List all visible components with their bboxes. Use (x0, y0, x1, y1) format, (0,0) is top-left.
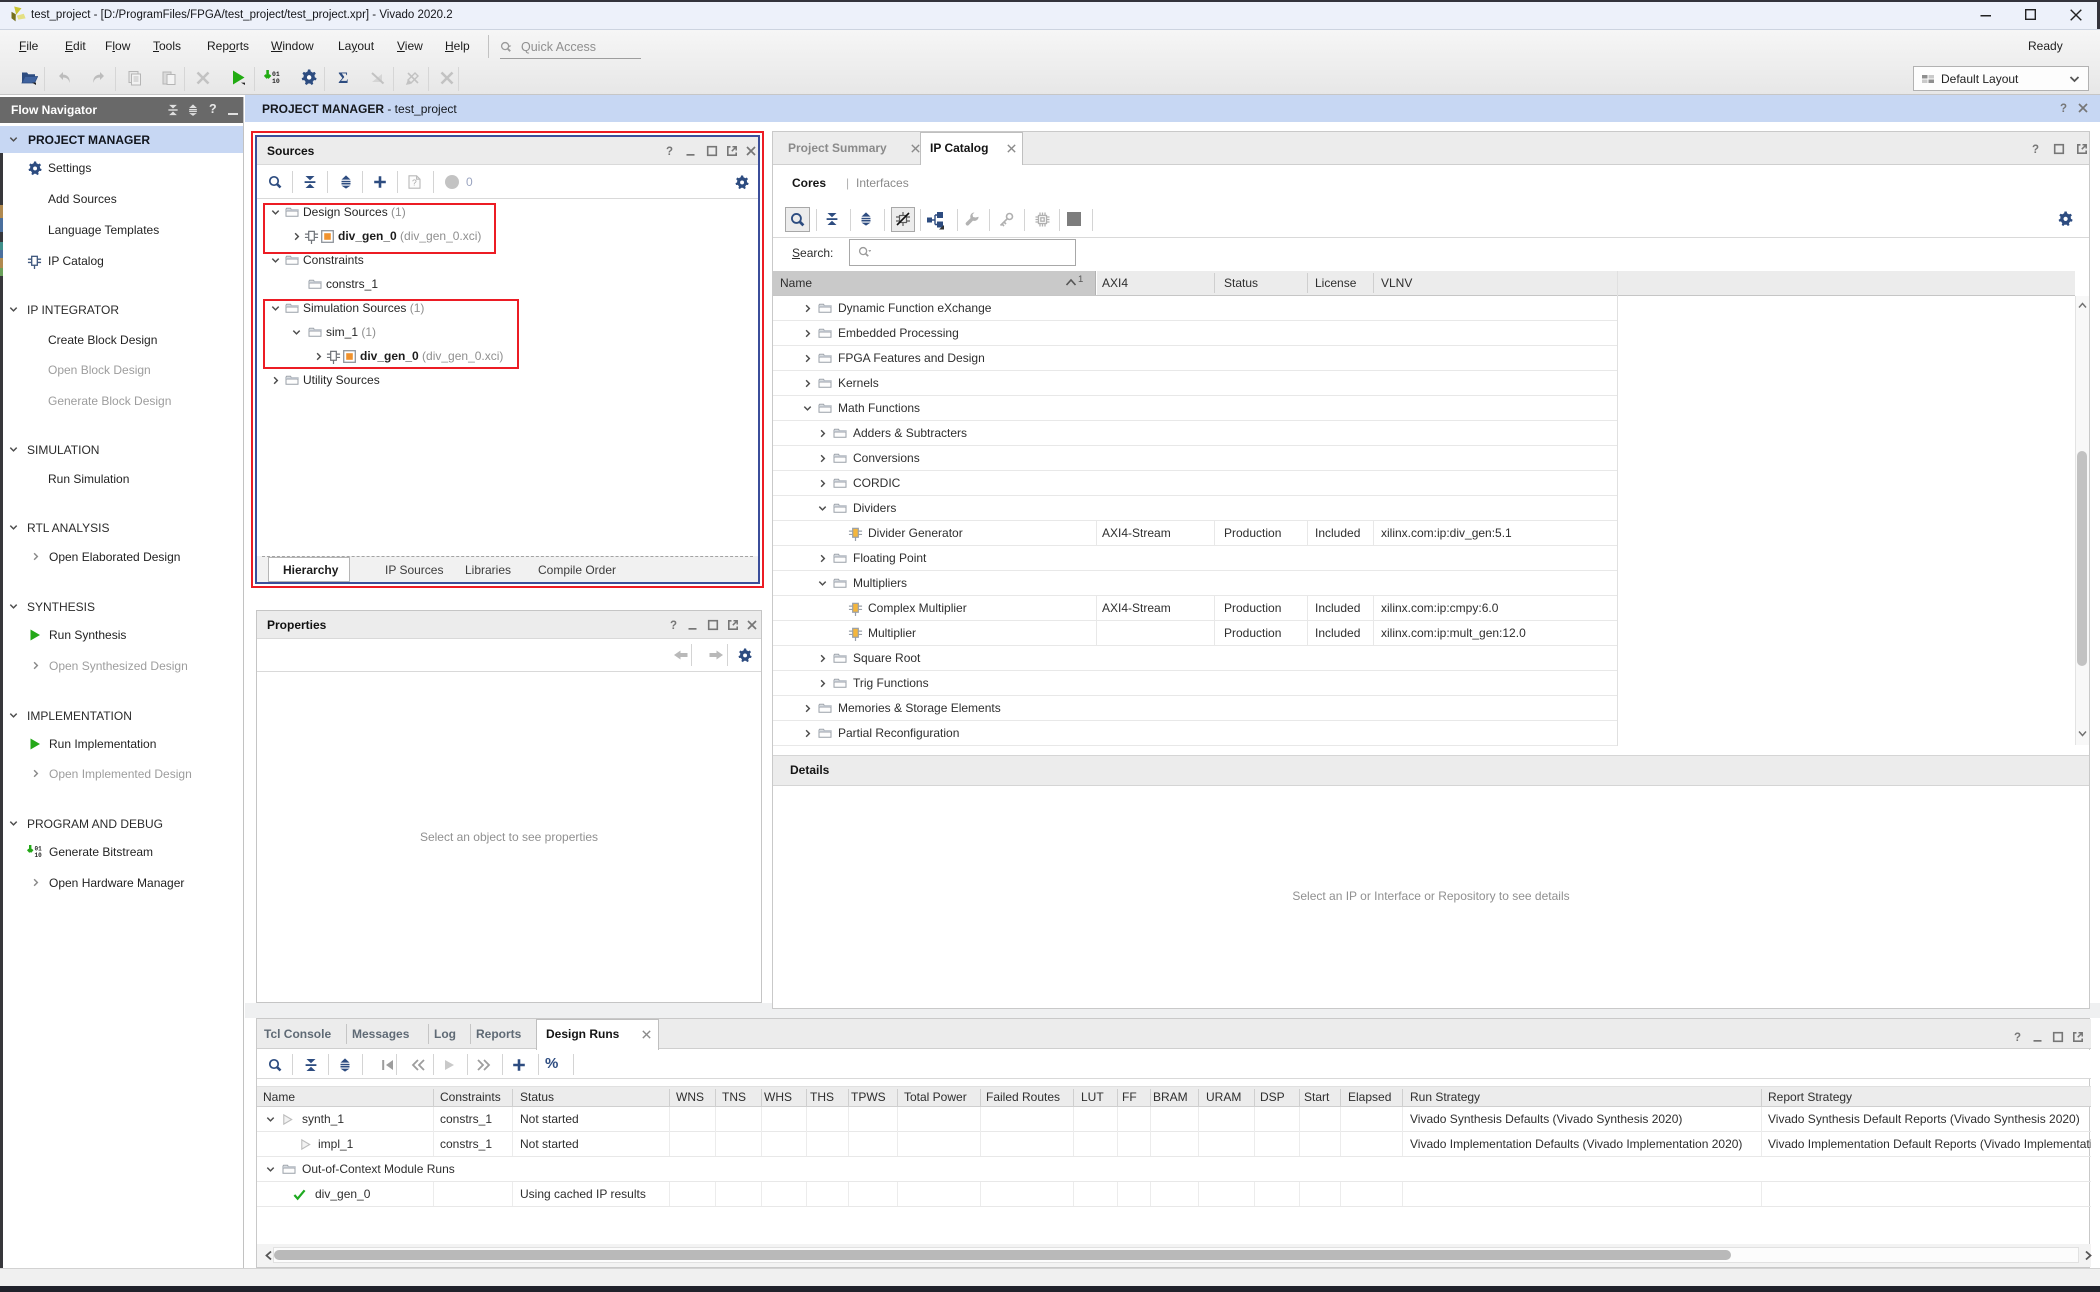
svg-text:Σ: Σ (338, 70, 348, 86)
svg-text:10: 10 (272, 78, 280, 85)
svg-text:01: 01 (272, 71, 280, 78)
